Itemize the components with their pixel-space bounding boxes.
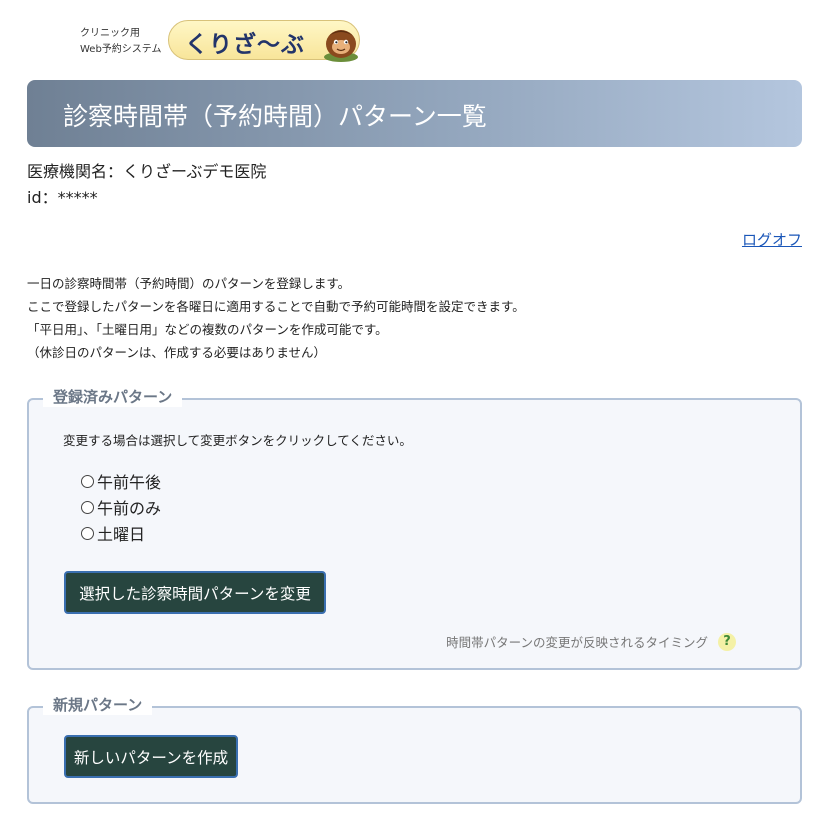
radio-button[interactable]	[81, 474, 94, 488]
page-title-bar: 診察時間帯（予約時間）パターン一覧	[27, 80, 802, 147]
page-title: 診察時間帯（予約時間）パターン一覧	[63, 102, 487, 131]
pattern-radio-3[interactable]: 土曜日	[81, 520, 161, 546]
pattern-radio-2[interactable]: 午前のみ	[81, 494, 161, 520]
radio-button[interactable]	[81, 500, 94, 514]
change-instruction: 変更する場合は選択して変更ボタンをクリックしてください。	[63, 433, 412, 448]
pattern-label: 土曜日	[97, 525, 146, 544]
clinic-id: id：*****	[27, 188, 98, 207]
timing-note-text: 時間帯パターンの変更が反映されるタイミング	[446, 635, 708, 650]
logo-subtitle-line1: クリニック用	[80, 28, 140, 39]
create-pattern-button[interactable]: 新しいパターンを作成	[64, 735, 238, 778]
pattern-label: 午前のみ	[97, 499, 162, 518]
new-pattern-legend: 新規パターン	[43, 694, 153, 715]
timing-help-link[interactable]: 時間帯パターンの変更が反映されるタイミング ?	[446, 632, 736, 651]
logo-subtitle: クリニック用 Web予約システム	[80, 26, 162, 58]
registered-patterns-legend: 登録済みパターン	[43, 386, 183, 407]
new-pattern-section: 新規パターン 新しいパターンを作成	[27, 694, 802, 804]
intro-text: 一日の診察時間帯（予約時間）のパターンを登録します。 ここで登録したパターンを各…	[27, 272, 525, 364]
pattern-label: 午前午後	[97, 473, 162, 492]
change-pattern-button[interactable]: 選択した診察時間パターンを変更	[64, 571, 326, 614]
intro-line: （休診日のパターンは、作成する必要はありません）	[27, 345, 327, 360]
registered-patterns-section: 登録済みパターン 変更する場合は選択して変更ボタンをクリックしてください。 午前…	[27, 386, 802, 670]
help-icon[interactable]: ?	[718, 632, 736, 651]
intro-line: ここで登録したパターンを各曜日に適用することで自動で予約可能時間を設定できます。	[27, 299, 525, 314]
pattern-radio-list: 午前午後 午前のみ 土曜日	[81, 468, 161, 546]
logo-badge: くりざ〜ぶ	[168, 20, 360, 62]
intro-line: 「平日用」、「土曜日用」などの複数のパターンを作成可能です。	[27, 322, 388, 337]
mascot-icon	[324, 30, 358, 62]
logo-subtitle-line2: Web予約システム	[80, 44, 162, 55]
logo-name: くりざ〜ぶ	[185, 32, 305, 58]
intro-line: 一日の診察時間帯（予約時間）のパターンを登録します。	[27, 276, 351, 291]
logoff-link[interactable]: ログオフ	[742, 229, 802, 250]
clinic-name: 医療機関名：くりざーぶデモ医院	[27, 162, 267, 181]
page: クリニック用 Web予約システム くりざ〜ぶ 診察時間帯（予約時間）パターン一覧…	[0, 0, 826, 822]
pattern-radio-1[interactable]: 午前午後	[81, 468, 161, 494]
radio-button[interactable]	[81, 526, 94, 540]
